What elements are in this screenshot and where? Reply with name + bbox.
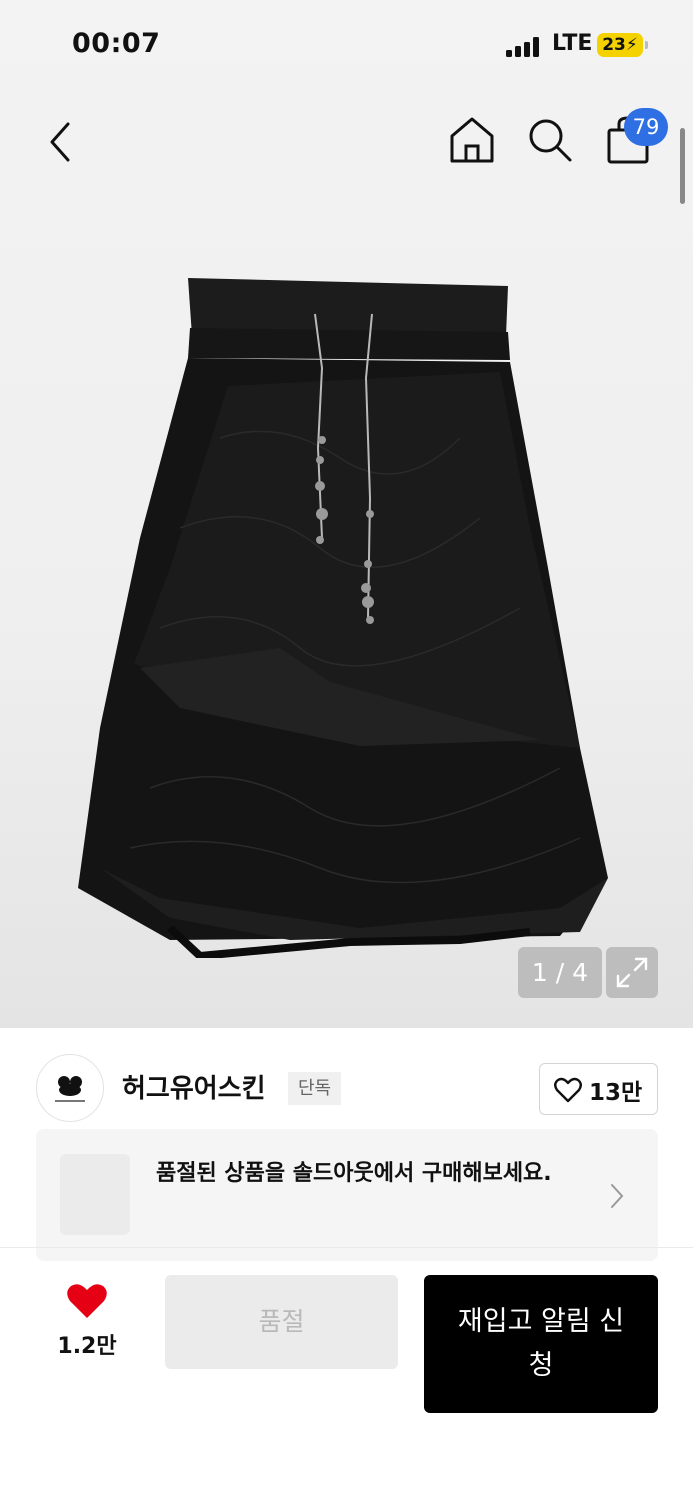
home-icon (450, 117, 494, 163)
expand-button[interactable] (606, 947, 658, 998)
brand-logo[interactable] (36, 1054, 104, 1122)
image-counter: 1 / 4 (518, 947, 602, 998)
brand-like-count: 13만 (589, 1080, 643, 1106)
exclusive-tag: 단독 (288, 1072, 342, 1105)
chevron-right-icon (611, 1184, 624, 1208)
product-image (78, 278, 608, 958)
battery-level: 23 (602, 35, 626, 55)
heart-outline-icon (554, 1077, 582, 1103)
search-icon (529, 119, 572, 162)
brand-like-button[interactable]: 13만 (539, 1063, 658, 1115)
product-image-gallery[interactable]: 00:07 LTE 23⚡ 79 1 / 4 (0, 0, 693, 1028)
soldout-banner-text: 품절된 상품을 솔드아웃에서 구매해보세요. (156, 1161, 552, 1186)
scrollbar[interactable] (680, 128, 685, 204)
battery-icon: 23⚡ (597, 33, 643, 57)
soldout-banner[interactable]: 품절된 상품을 솔드아웃에서 구매해보세요. (36, 1129, 658, 1261)
brand-logo-mark (55, 1076, 85, 1102)
back-arrow-icon (50, 122, 70, 162)
network-label: LTE (552, 31, 593, 56)
back-button[interactable] (40, 118, 84, 166)
expand-icon (616, 957, 648, 988)
charging-bolt-icon: ⚡ (625, 35, 638, 55)
heart-filled-icon (67, 1284, 107, 1318)
wishlist-button[interactable]: 1.2만 (50, 1280, 124, 1364)
search-button[interactable] (524, 114, 576, 166)
status-time: 00:07 (72, 28, 161, 59)
soldout-button[interactable]: 품절 (165, 1275, 398, 1369)
divider (0, 1247, 693, 1248)
signal-icon (506, 37, 539, 57)
battery-cap (645, 41, 648, 49)
wishlist-count: 1.2만 (57, 1334, 117, 1359)
brand-name[interactable]: 허그유어스킨 (122, 1068, 266, 1105)
status-bar: 00:07 LTE 23⚡ (0, 0, 693, 90)
cart-count-badge: 79 (624, 108, 668, 146)
restock-alert-button[interactable]: 재입고 알림 신청 (424, 1275, 658, 1413)
home-button[interactable] (446, 114, 498, 166)
banner-thumbnail (60, 1154, 130, 1235)
